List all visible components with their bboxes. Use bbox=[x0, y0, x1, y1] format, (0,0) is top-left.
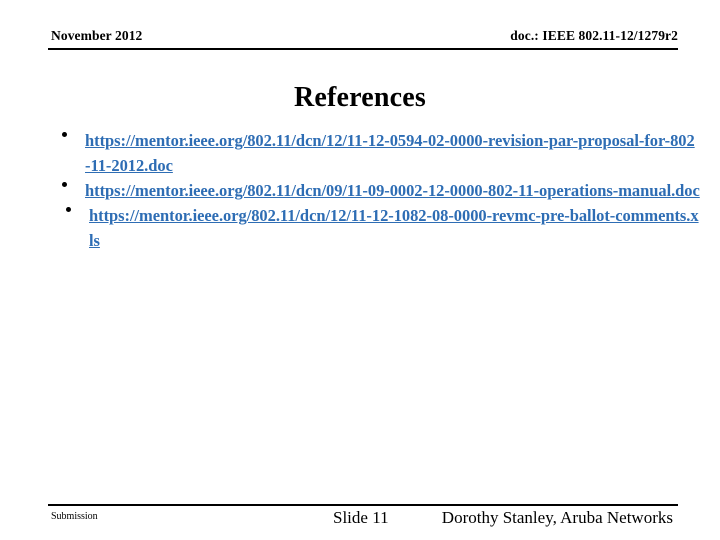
footer-submission-label: Submission bbox=[51, 511, 98, 522]
reference-link-1[interactable]: https://mentor.ieee.org/802.11/dcn/12/11… bbox=[85, 131, 695, 175]
slide: November 2012 doc.: IEEE 802.11-12/1279r… bbox=[0, 0, 720, 540]
references-list: https://mentor.ieee.org/802.11/dcn/12/11… bbox=[52, 128, 700, 253]
header-date: November 2012 bbox=[51, 28, 143, 43]
reference-link-2[interactable]: https://mentor.ieee.org/802.11/dcn/09/11… bbox=[85, 181, 700, 200]
bullet-icon bbox=[62, 182, 67, 187]
slide-footer: Submission Slide 11 Dorothy Stanley, Aru… bbox=[48, 508, 678, 534]
list-item: https://mentor.ieee.org/802.11/dcn/12/11… bbox=[52, 203, 700, 253]
bullet-icon bbox=[66, 207, 71, 212]
list-item: https://mentor.ieee.org/802.11/dcn/12/11… bbox=[52, 128, 700, 178]
header-divider bbox=[48, 48, 678, 50]
slide-header: November 2012 doc.: IEEE 802.11-12/1279r… bbox=[48, 28, 678, 48]
header-document-id: doc.: IEEE 802.11-12/1279r2 bbox=[510, 28, 678, 43]
page-title: References bbox=[293, 82, 427, 113]
bullet-icon bbox=[62, 132, 67, 137]
reference-link-3[interactable]: https://mentor.ieee.org/802.11/dcn/12/11… bbox=[89, 206, 699, 250]
footer-slide-number: Slide 11 bbox=[333, 508, 389, 527]
list-item: https://mentor.ieee.org/802.11/dcn/09/11… bbox=[52, 178, 700, 203]
footer-divider bbox=[48, 504, 678, 506]
footer-author: Dorothy Stanley, Aruba Networks bbox=[441, 508, 673, 527]
